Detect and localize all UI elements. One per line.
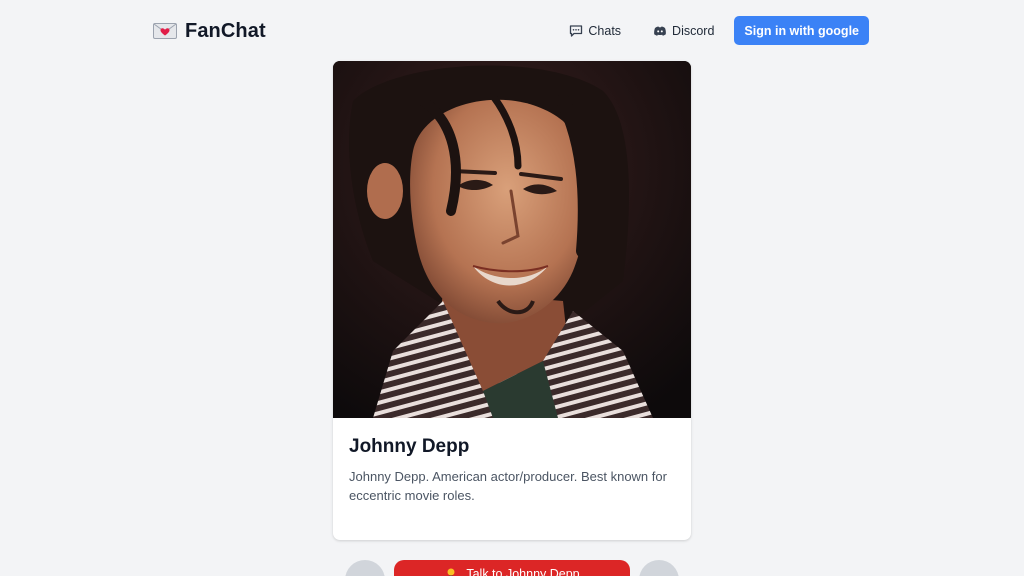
character-description: Johnny Depp. American actor/producer. Be… [349,469,667,503]
love-letter-icon [153,22,177,40]
top-navbar: FanChat Chats Discord Sign in with googl… [0,0,1024,62]
person-icon [444,567,458,576]
portrait-illustration [333,61,691,418]
talk-to-character-button[interactable]: Talk to Johnny Depp [394,560,630,576]
chat-bubble-icon [569,24,583,38]
nav-chats-label: Chats [588,23,622,38]
nav-discord-link[interactable]: Discord [643,16,724,45]
next-button[interactable]: → [639,560,679,576]
sign-in-google-button[interactable]: Sign in with google [734,16,869,45]
discord-icon [653,24,667,38]
character-name: Johnny Depp [349,436,470,457]
character-card: Johnny Depp Johnny Depp. American actor/… [333,61,691,540]
arrow-right-icon: → [649,566,669,576]
brand-name: FanChat [185,19,266,42]
card-body: Johnny Depp Johnny Depp. American actor/… [333,418,691,505]
character-photo [333,61,691,418]
arrow-left-icon: ← [355,566,375,576]
brand-logo[interactable]: FanChat [153,17,266,45]
nav-discord-label: Discord [672,23,715,38]
previous-button[interactable]: ← [345,560,385,576]
card-controls: ← Talk to Johnny Depp → [0,560,1024,576]
talk-button-label: Talk to Johnny Depp [466,567,580,576]
nav-chats-link[interactable]: Chats [559,16,631,45]
main-nav: Chats Discord Sign in with google [559,16,869,45]
